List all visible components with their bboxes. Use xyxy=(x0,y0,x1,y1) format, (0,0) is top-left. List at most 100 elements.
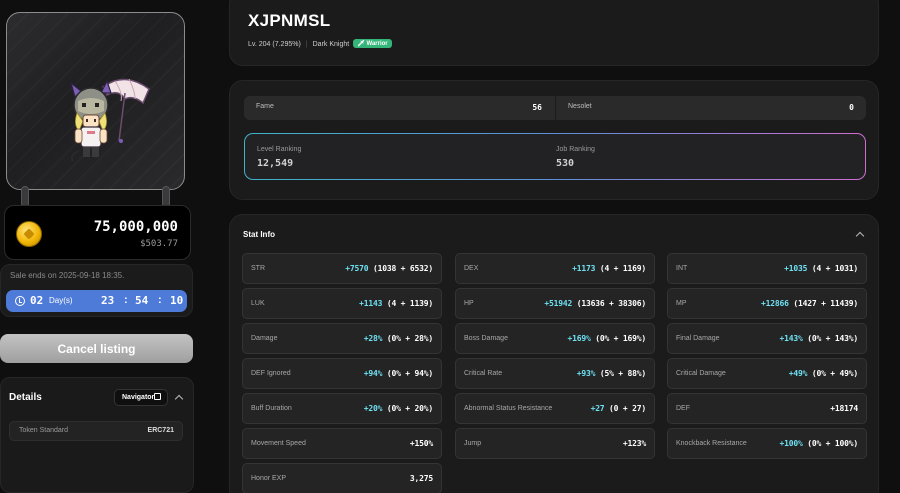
stat-detail: (0% + 94%) xyxy=(382,369,433,378)
stat-value: +51942 (13636 + 38306) xyxy=(544,299,646,308)
stat-detail: (0% + 100%) xyxy=(802,439,858,448)
stat-detail: (4 + 1139) xyxy=(382,299,433,308)
external-link-icon xyxy=(154,393,161,400)
token-standard-row: Token Standard ERC721 xyxy=(9,421,183,441)
stat-detail: (0% + 49%) xyxy=(807,369,858,378)
stat-label: DEF xyxy=(676,405,690,412)
price-value: 75,000,000 xyxy=(93,219,178,235)
stat-value: +1143 (4 + 1139) xyxy=(359,299,433,308)
divider xyxy=(555,96,556,120)
sale-ends-text: Sale ends on 2025-09-18 18:35. xyxy=(10,271,125,280)
stat-detail: (0% + 143%) xyxy=(802,334,858,343)
meta-separator: | xyxy=(305,41,308,48)
cancel-listing-button[interactable]: Cancel listing xyxy=(0,334,193,363)
price-box: 75,000,000 $503.77 xyxy=(4,205,191,260)
stat-label: DEX xyxy=(464,265,479,272)
stat-value: +100% (0% + 100%) xyxy=(780,439,859,448)
stat-cell: Damage +28% (0% + 28%) xyxy=(242,323,442,354)
stat-label: DEF Ignored xyxy=(251,370,291,377)
stat-value: +1035 (4 + 1031) xyxy=(784,264,858,273)
stat-label: Critical Rate xyxy=(464,370,503,377)
character-level: Lv. 204 (7.295%) xyxy=(248,41,301,48)
stat-info-title: Stat Info xyxy=(243,230,275,239)
stat-total: +94% xyxy=(363,369,383,378)
nesolet-label: Nesolet xyxy=(568,103,592,110)
stat-label: Abnormal Status Resistance xyxy=(464,405,553,412)
fame-value: 56 xyxy=(532,103,542,112)
stat-value: +94% (0% + 94%) xyxy=(364,369,433,378)
stat-value: +49% (0% + 49%) xyxy=(789,369,858,378)
stat-detail: (0 + 27) xyxy=(604,404,646,413)
character-sprite xyxy=(69,78,150,162)
stat-label: HP xyxy=(464,300,474,307)
stat-total: +27 xyxy=(590,404,605,413)
stat-total: +100% xyxy=(779,439,803,448)
stat-label: Buff Duration xyxy=(251,405,292,412)
timer-days-label: Day(s) xyxy=(49,296,73,305)
stat-detail: (4 + 1031) xyxy=(807,264,858,273)
character-meta: Lv. 204 (7.295%) | Dark Knight 🗡 Warrior xyxy=(248,39,392,48)
stat-label: Jump xyxy=(464,440,482,447)
stat-value: +169% (0% + 169%) xyxy=(568,334,647,343)
stat-total: +49% xyxy=(788,369,808,378)
stat-value: +20% (0% + 20%) xyxy=(364,404,433,413)
stat-cell: Final Damage +143% (0% + 143%) xyxy=(667,323,867,354)
stat-cell: Knockback Resistance +100% (0% + 100%) xyxy=(667,428,867,459)
timer-days: 02 xyxy=(30,294,44,307)
stat-detail: (5% + 88%) xyxy=(595,369,646,378)
chevron-up-icon[interactable] xyxy=(855,231,865,241)
stat-label: STR xyxy=(251,265,265,272)
stat-label: MP xyxy=(676,300,687,307)
price-usd: $503.77 xyxy=(140,239,178,249)
details-panel: Details Navigator Token Standard ERC721 xyxy=(0,377,194,493)
job-ranking-label: Job Ranking xyxy=(556,146,595,153)
stat-cell: DEF +18174 xyxy=(667,393,867,424)
token-standard-value: ERC721 xyxy=(147,427,174,434)
stat-cell: STR +7570 (1038 + 6532) xyxy=(242,253,442,284)
character-image-card xyxy=(6,12,185,190)
stat-total: +1035 xyxy=(784,264,808,273)
stat-cell: Critical Rate +93% (5% + 88%) xyxy=(455,358,655,389)
character-job: Dark Knight xyxy=(312,41,350,48)
stat-detail: +123% xyxy=(622,439,646,448)
stat-cell: MP +12866 (1427 + 11439) xyxy=(667,288,867,319)
stat-label: INT xyxy=(676,265,688,272)
navigator-label: Navigator xyxy=(122,394,155,401)
sword-icon: 🗡 xyxy=(357,41,367,47)
chevron-up-icon[interactable] xyxy=(174,394,184,404)
details-title: Details xyxy=(9,392,42,403)
stat-detail: (1427 + 11439) xyxy=(788,299,858,308)
stat-info-card: Stat Info STR +7570 (1038 + 6532) DEX +1173… xyxy=(229,214,879,493)
stat-value: +123% xyxy=(623,439,646,448)
stat-detail: (0% + 169%) xyxy=(590,334,646,343)
stat-total: +7570 xyxy=(345,264,369,273)
stat-detail: (0% + 28%) xyxy=(382,334,433,343)
stat-cell: Honor EXP 3,275 xyxy=(242,463,442,493)
stat-cell: DEX +1173 (4 + 1169) xyxy=(455,253,655,284)
stat-cell: LUK +1143 (4 + 1139) xyxy=(242,288,442,319)
clock-icon xyxy=(15,296,25,306)
stat-detail: 3,275 xyxy=(409,474,433,483)
stat-total: +1173 xyxy=(572,264,596,273)
stat-value: +93% (5% + 88%) xyxy=(577,369,646,378)
stat-detail: +18174 xyxy=(830,404,858,413)
stat-cell: Abnormal Status Resistance +27 (0 + 27) xyxy=(455,393,655,424)
job-ranking-value: 530 xyxy=(556,158,575,169)
coin-icon xyxy=(16,221,42,247)
stat-cell: Buff Duration +20% (0% + 20%) xyxy=(242,393,442,424)
level-ranking-value: 12,549 xyxy=(257,158,294,169)
stat-cell: Boss Damage +169% (0% + 169%) xyxy=(455,323,655,354)
stat-detail: (0% + 20%) xyxy=(382,404,433,413)
countdown-timer: 02 Day(s) 23 : 54 : 10 xyxy=(6,290,187,312)
nesolet-value: 0 xyxy=(849,103,854,112)
stat-cell: Movement Speed +150% xyxy=(242,428,442,459)
stat-value: +1173 (4 + 1169) xyxy=(572,264,646,273)
stat-value: +143% (0% + 143%) xyxy=(780,334,859,343)
stat-detail: (13636 + 38306) xyxy=(572,299,646,308)
stat-cell: HP +51942 (13636 + 38306) xyxy=(455,288,655,319)
stat-label: Knockback Resistance xyxy=(676,440,747,447)
class-badge: 🗡 Warrior xyxy=(353,39,392,48)
stat-value: +150% xyxy=(410,439,433,448)
navigator-button[interactable]: Navigator xyxy=(114,389,168,406)
stat-label: Final Damage xyxy=(676,335,720,342)
